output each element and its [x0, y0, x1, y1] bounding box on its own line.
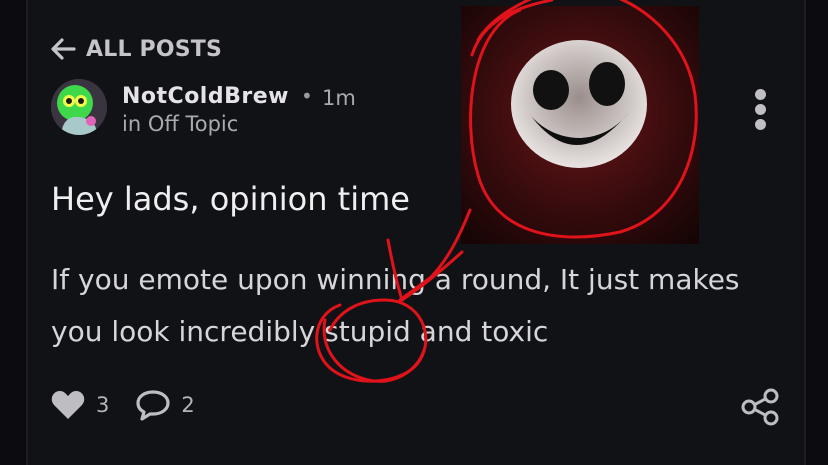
avatar[interactable] [51, 79, 107, 135]
avatar-image [51, 79, 107, 135]
post-time: 1m [322, 86, 356, 110]
overlay-face-image [461, 6, 699, 244]
author-name[interactable]: NotColdBrew [122, 84, 289, 109]
post-community[interactable]: in Off Topic [122, 112, 238, 136]
comment-count: 2 [181, 393, 195, 417]
like-count: 3 [96, 393, 110, 417]
post-body-text-c: and toxic [410, 315, 549, 348]
post-body-line-1: If you emote upon winning a round, It ju… [51, 263, 740, 296]
back-label: ALL POSTS [86, 36, 223, 62]
meta-separator: • [301, 84, 313, 108]
post-body-text-a: you look incredibly [51, 315, 325, 348]
comment-icon [136, 390, 170, 421]
post-title: Hey lads, opinion time [51, 180, 410, 218]
kebab-menu-icon[interactable] [748, 89, 772, 131]
arrow-left-icon [51, 38, 76, 60]
post-actions: 3 2 [50, 389, 221, 421]
share-icon[interactable] [740, 388, 780, 426]
heart-icon [51, 391, 85, 419]
comment-button[interactable]: 2 [135, 389, 195, 421]
post-body: If you emote upon winning a round, It ju… [51, 254, 781, 358]
like-button[interactable]: 3 [50, 389, 109, 421]
post-body-line-2: you look incredibly stupid and toxic [51, 306, 781, 358]
post-body-highlight-word: stupid [324, 315, 411, 348]
all-posts-back-button[interactable]: ALL POSTS [50, 36, 222, 62]
